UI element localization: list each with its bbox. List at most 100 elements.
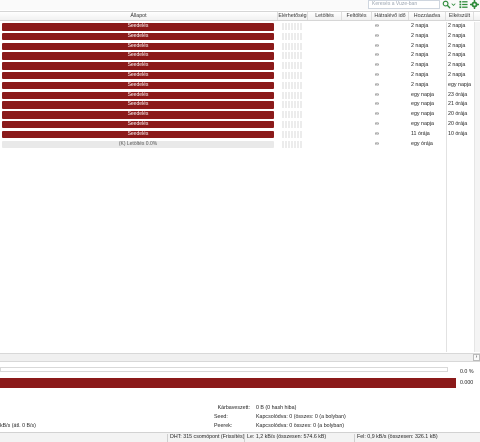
availability-bar [282, 62, 302, 70]
table-row[interactable]: Seedelés ∞ egy napja 23 órája [0, 91, 480, 101]
status-divider [354, 434, 355, 442]
availability-bar [282, 81, 302, 89]
upload-speed[interactable]: Fel: 0,9 kB/s (összesen: 326.1 kB) [357, 434, 438, 440]
settings-icon[interactable] [470, 0, 479, 9]
completed-cell: 2 napja [448, 42, 466, 49]
table-row[interactable]: Seedelés ∞ 2 napja 2 napja [0, 32, 480, 42]
added-cell: 2 napja [411, 23, 429, 29]
column-completed[interactable]: Elkészült [446, 12, 474, 20]
table-row[interactable]: (K) Letöltés 0.0% ∞ egy órája [0, 140, 480, 150]
torrent-list: Seedelés ∞ 2 napja 2 napja Seedelés ∞ 2 … [0, 22, 480, 149]
eta-cell: ∞ [375, 130, 379, 137]
eta-cell: ∞ [375, 81, 379, 88]
search-input[interactable]: Keresés a Vuze-ban [368, 0, 440, 9]
completed-cell: 2 napja [448, 23, 466, 29]
column-availability[interactable]: Elérhetőség [278, 12, 308, 20]
completed-cell: egy napja [448, 81, 471, 88]
seeds-label: Seed: [214, 414, 228, 420]
download-progress-bar [0, 367, 448, 372]
eta-cell: ∞ [375, 71, 379, 78]
horizontal-scrollbar[interactable]: › [0, 353, 480, 362]
status-bar: Seedelés [2, 23, 274, 31]
column-eta[interactable]: Hátralévő idő [372, 12, 409, 20]
status-bar: Seedelés [2, 91, 274, 100]
column-status[interactable]: Állapot [0, 12, 278, 20]
availability-bar [282, 52, 302, 60]
status-bar: Seedelés [2, 120, 274, 129]
share-ratio-bar [0, 378, 456, 388]
table-row[interactable]: Seedelés ∞ egy napja 21 órája [0, 100, 480, 110]
table-row[interactable]: Seedelés ∞ 2 napja 2 napja [0, 71, 480, 81]
added-cell: egy órája [411, 140, 433, 147]
peers-value: Kapcsolódva: 0 összes: 0 (a bolyban) [256, 423, 345, 429]
list-view-icon[interactable] [459, 0, 468, 9]
status-bar: Seedelés [2, 81, 274, 90]
wasted-label: Kárbaveszett: [217, 405, 250, 411]
status-bar: Seedelés [2, 62, 274, 70]
eta-cell: ∞ [375, 62, 379, 69]
column-added[interactable]: Hozzáadva [409, 12, 446, 20]
availability-bar [282, 32, 302, 40]
torrent-table-header: Állapot Elérhetőség Letöltés Feltöltés H… [0, 11, 480, 21]
availability-bar [282, 120, 302, 128]
eta-cell: ∞ [375, 42, 379, 49]
table-row[interactable]: Seedelés ∞ 2 napja 2 napja [0, 61, 480, 71]
table-row[interactable]: Seedelés ∞ 2 napja 2 napja [0, 51, 480, 61]
progress-percent: 0.0 % [460, 369, 474, 375]
status-bar: Seedelés [2, 42, 274, 51]
eta-cell: ∞ [375, 32, 379, 39]
availability-bar [282, 140, 302, 148]
completed-cell: 2 napja [448, 52, 466, 59]
added-cell: egy napja [411, 111, 434, 118]
added-cell: egy napja [411, 101, 434, 108]
eta-cell: ∞ [375, 140, 379, 147]
completed-cell: 2 napja [448, 62, 466, 69]
added-cell: egy napja [411, 91, 434, 98]
table-row[interactable]: Seedelés ∞ egy napja 20 órája [0, 110, 480, 120]
completed-cell: 21 órája [448, 101, 468, 108]
search-icon[interactable] [442, 0, 451, 9]
status-divider [244, 434, 245, 442]
status-bar: Seedelés [2, 32, 274, 41]
status-bar: Seedelés [2, 130, 274, 139]
status-bar: Seedelés [2, 111, 274, 119]
dht-status[interactable]: DHT: 315 csomópont (Frissítés) [170, 434, 244, 440]
status-bar: DHT: 315 csomópont (Frissítés) Le: 1,2 k… [0, 432, 480, 442]
status-divider [167, 434, 168, 442]
eta-cell: ∞ [375, 52, 379, 59]
availability-bar [282, 91, 302, 99]
column-divider [446, 22, 447, 352]
availability-bar [282, 71, 302, 79]
availability-bar [282, 23, 302, 30]
toolbar: Keresés a Vuze-ban [0, 0, 480, 10]
added-cell: 2 napja [411, 42, 429, 49]
completed-cell: 20 órája [448, 120, 468, 127]
eta-cell: ∞ [375, 120, 379, 127]
peers-label: Peerek: [214, 423, 233, 429]
column-download[interactable]: Letöltés [308, 12, 342, 20]
status-bar: (K) Letöltés 0.0% [2, 140, 274, 149]
seeds-value: Kapcsolódva: 0 (összes: 0 (a bolyban) [256, 414, 346, 420]
table-row[interactable]: Seedelés ∞ 2 napja 2 napja [0, 42, 480, 52]
table-row[interactable]: Seedelés ∞ egy napja 20 órája [0, 120, 480, 130]
chevron-down-icon[interactable] [451, 0, 456, 9]
vertical-scrollbar[interactable] [474, 22, 480, 352]
eta-cell: ∞ [375, 23, 379, 29]
added-cell: egy napja [411, 120, 434, 127]
eta-cell: ∞ [375, 101, 379, 108]
eta-cell: ∞ [375, 111, 379, 118]
table-row[interactable]: Seedelés ∞ 2 napja egy napja [0, 81, 480, 91]
added-cell: 2 napja [411, 52, 429, 59]
share-ratio-value: 0.000 [460, 380, 474, 386]
table-row[interactable]: Seedelés ∞ 2 napja 2 napja [0, 22, 480, 32]
status-bar: Seedelés [2, 52, 274, 60]
completed-cell: 20 órája [448, 111, 468, 118]
download-speed[interactable]: Le: 1,2 kB/s (összesen: 574.6 kB) [247, 434, 326, 440]
availability-bar [282, 130, 302, 138]
completed-cell: 10 órája [448, 130, 468, 137]
average-speed-text: kB/s (átl. 0 B/s) [0, 423, 36, 429]
scroll-right-button[interactable]: › [473, 354, 480, 361]
availability-bar [282, 111, 302, 119]
column-upload[interactable]: Feltöltés [342, 12, 372, 20]
table-row[interactable]: Seedelés ∞ 11 órája 10 órája [0, 130, 480, 140]
